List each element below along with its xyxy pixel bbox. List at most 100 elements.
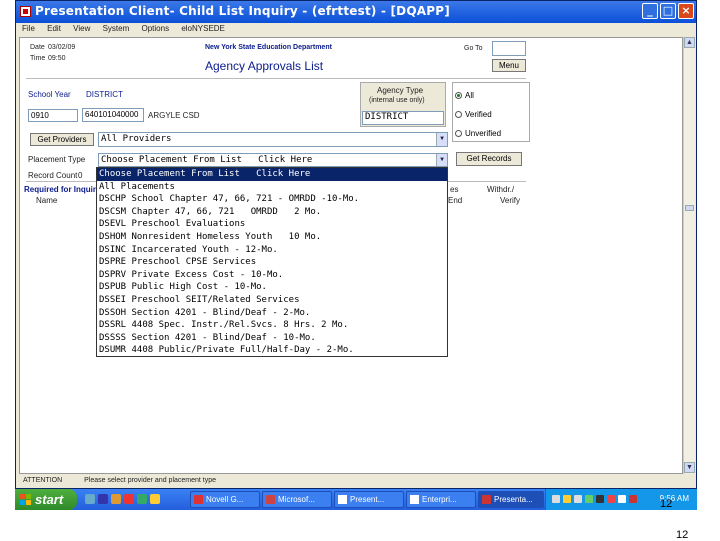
tray-antivirus-icon[interactable] (607, 495, 615, 503)
tray-volume-icon[interactable] (574, 495, 582, 503)
taskbar-item-label: Presenta... (494, 495, 533, 504)
placement-option[interactable]: DSEVL Preschool Evaluations (97, 218, 447, 231)
taskbar-item-label: Present... (350, 495, 385, 504)
goto-input[interactable] (492, 41, 526, 56)
menu-options[interactable]: Options (142, 24, 170, 33)
placement-option[interactable]: DSCHP School Chapter 47, 66, 721 - OMRDD… (97, 193, 447, 206)
time-value: 09:50 (48, 55, 66, 62)
withdraw-column-header: Withdr./ (487, 185, 515, 194)
placement-option[interactable]: DSPRV Private Excess Cost - 10-Mo. (97, 269, 447, 282)
placement-option[interactable]: All Placements (97, 181, 447, 194)
taskbar-item-microsoft[interactable]: Microsof... (262, 491, 332, 508)
goto-label: Go To (464, 45, 483, 52)
radio-verified[interactable]: Verified (455, 110, 492, 119)
placement-option[interactable]: DSPUB Public High Cost - 10-Mo. (97, 281, 447, 294)
providers-value: All Providers (101, 134, 172, 144)
radio-unverified-indicator (455, 130, 462, 138)
quicklaunch-word-icon[interactable] (98, 494, 108, 504)
placement-dropdown-list[interactable]: Choose Placement From List Click Here All… (96, 167, 448, 357)
get-records-button[interactable]: Get Records (456, 152, 522, 166)
placement-option[interactable]: Choose Placement From List Click Here (97, 168, 447, 181)
quicklaunch-folder-icon[interactable] (150, 494, 160, 504)
start-button[interactable]: start (15, 489, 77, 510)
taskbar-item-label: Microsof... (278, 495, 315, 504)
enterprise-icon (410, 495, 419, 504)
end-column-header: End (448, 196, 463, 205)
scroll-down-icon[interactable]: ▼ (684, 462, 695, 473)
menu-system[interactable]: System (103, 24, 130, 33)
dates-column-header: es (450, 185, 459, 194)
get-providers-button[interactable]: Get Providers (30, 133, 94, 146)
taskbar-item-label: Novell G... (206, 495, 244, 504)
taskbar-item-novell[interactable]: Novell G... (190, 491, 260, 508)
start-label: start (35, 492, 64, 507)
agency-type-value: DISTRICT (365, 112, 409, 122)
app-icon[interactable] (20, 6, 31, 17)
district-code-input[interactable]: 640101040000 (82, 108, 144, 122)
providers-select[interactable]: All Providers ▼ (98, 132, 448, 147)
scroll-up-icon[interactable]: ▲ (684, 37, 695, 48)
quicklaunch-app-icon[interactable] (124, 494, 134, 504)
menu-file[interactable]: File (22, 24, 35, 33)
chevron-down-icon[interactable]: ▼ (436, 154, 447, 166)
tray-novell-icon[interactable] (618, 495, 626, 503)
taskbar-item-presentation[interactable]: Presenta... (478, 491, 544, 508)
tray-security-icon[interactable] (585, 495, 593, 503)
microsoft-icon (266, 495, 275, 504)
department-heading: New York State Education Department (205, 44, 332, 51)
system-tray: 9:56 AM (545, 489, 697, 510)
maximize-button[interactable]: □ (660, 3, 676, 19)
radio-verified-indicator (455, 111, 462, 119)
taskbar-item-present-1[interactable]: Present... (334, 491, 404, 508)
chevron-down-icon[interactable]: ▼ (436, 133, 447, 146)
verify-column-header: Verify (500, 196, 521, 205)
status-message: Please select provider and placement typ… (84, 477, 217, 484)
radio-unverified[interactable]: Unverified (455, 129, 501, 138)
placement-option[interactable]: DSCSM Chapter 47, 66, 721 OMRDD 2 Mo. (97, 206, 447, 219)
menu-elonysede[interactable]: eloNYSEDE (181, 24, 225, 33)
school-year-input[interactable]: 0910 (28, 109, 78, 122)
menu-button[interactable]: Menu (492, 59, 526, 72)
radio-unverified-label: Unverified (465, 129, 502, 138)
menu-edit[interactable]: Edit (47, 24, 61, 33)
tray-app-icon[interactable] (629, 495, 637, 503)
status-label: ATTENTION (23, 477, 63, 484)
quicklaunch-outlook-icon[interactable] (111, 494, 121, 504)
minimize-button[interactable]: _ (642, 3, 658, 19)
name-column-header: Name (36, 196, 58, 205)
menu-view[interactable]: View (73, 24, 90, 33)
agency-type-box: Agency Type (internal use only) DISTRICT (360, 82, 446, 127)
vertical-scrollbar[interactable]: ▲ ▼ (683, 37, 695, 474)
status-bar: ATTENTION Please select provider and pla… (19, 475, 695, 487)
placement-option[interactable]: DSINC Incarcerated Youth - 12-Mo. (97, 244, 447, 257)
placement-option[interactable]: DSSRL 4408 Spec. Instr./Rel.Svcs. 8 Hrs.… (97, 319, 447, 332)
tray-network-icon[interactable] (552, 495, 560, 503)
page-title: Agency Approvals List (205, 59, 324, 73)
agency-type-select[interactable]: DISTRICT (362, 111, 444, 125)
novell-icon (194, 495, 203, 504)
verification-filter: All Verified Unverified (452, 82, 530, 142)
placement-option[interactable]: DSHOM Nonresident Homeless Youth 10 Mo. (97, 231, 447, 244)
radio-all[interactable]: All (455, 91, 474, 100)
title-bar[interactable]: Presentation Client- Child List Inquiry … (16, 1, 696, 23)
taskbar: start Novell G... Microsof... Present...… (15, 489, 697, 510)
placement-option[interactable]: DSPRE Preschool CPSE Services (97, 256, 447, 269)
radio-all-indicator (455, 92, 462, 100)
quicklaunch-ie-icon[interactable] (137, 494, 147, 504)
placement-option[interactable]: DSUMR 4408 Public/Private Full/Half-Day … (97, 344, 447, 357)
header-divider (26, 78, 526, 79)
presentation-icon (338, 495, 347, 504)
placement-type-select[interactable]: Choose Placement From List Click Here ▼ (98, 153, 448, 167)
scroll-thumb[interactable] (685, 205, 694, 211)
tray-display-icon[interactable] (596, 495, 604, 503)
placement-option[interactable]: DSSEI Preschool SEIT/Related Services (97, 294, 447, 307)
school-year-label: School Year (28, 90, 71, 99)
tray-alert-icon[interactable] (563, 495, 571, 503)
close-button[interactable]: × (678, 3, 694, 19)
date-value: 03/02/09 (48, 44, 76, 51)
radio-verified-label: Verified (465, 110, 492, 119)
taskbar-item-enterprise[interactable]: Enterpri... (406, 491, 476, 508)
placement-option[interactable]: DSSSS Section 4201 - Blind/Deaf - 10-Mo. (97, 332, 447, 345)
placement-option[interactable]: DSSOH Section 4201 - Blind/Deaf - 2-Mo. (97, 307, 447, 320)
quicklaunch-desktop-icon[interactable] (85, 494, 95, 504)
